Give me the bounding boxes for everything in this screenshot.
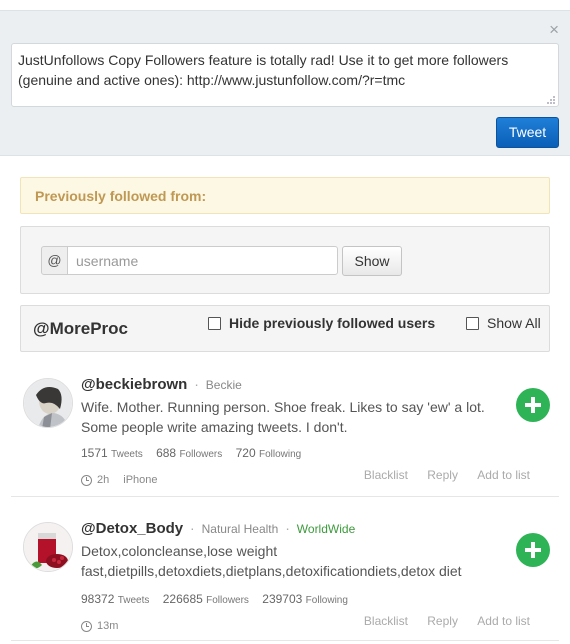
- tweet-compose-panel: × JustUnfollows Copy Followers feature i…: [0, 10, 570, 156]
- blacklist-link[interactable]: Blacklist: [364, 468, 408, 482]
- card-actions: Blacklist Reply Add to list: [348, 468, 530, 482]
- checkbox-box[interactable]: [466, 316, 479, 330]
- tweets-count: 98372: [81, 592, 115, 606]
- tweet-meta: 2h iPhone: [81, 474, 158, 486]
- filter-bar: @MoreProc Hide previously followed users…: [20, 305, 550, 352]
- followers-label: Followers: [179, 449, 223, 460]
- tweet-textarea[interactable]: JustUnfollows Copy Followers feature is …: [11, 43, 559, 107]
- follow-plus-button[interactable]: [516, 533, 550, 567]
- tweets-label: Tweets: [111, 449, 143, 460]
- blacklist-link[interactable]: Blacklist: [364, 614, 408, 628]
- avatar[interactable]: [23, 378, 73, 428]
- user-card: @Detox_Body · Natural Health · WorldWide…: [20, 516, 550, 640]
- user-stats: 98372 Tweets 226685 Followers 239703 Fol…: [81, 592, 358, 606]
- reply-link[interactable]: Reply: [427, 468, 458, 482]
- tweets-count: 1571: [81, 446, 108, 460]
- follow-plus-button[interactable]: [516, 388, 550, 422]
- username-search-panel: @ Show: [20, 226, 550, 294]
- following-count: 239703: [262, 592, 303, 606]
- clock-icon: [81, 620, 92, 632]
- user-handle[interactable]: @Detox_Body: [81, 520, 183, 537]
- tweet-time: 2h: [97, 474, 110, 486]
- tweet-button[interactable]: Tweet: [496, 117, 559, 148]
- divider: [11, 640, 559, 641]
- tweet-source: iPhone: [123, 474, 158, 486]
- user-realname: Beckie: [205, 378, 242, 392]
- source-handle: @MoreProc: [33, 319, 128, 338]
- checkbox-box[interactable]: [208, 316, 221, 330]
- user-name-line: @Detox_Body · Natural Health · WorldWide: [81, 520, 355, 537]
- user-name-line: @beckiebrown · Beckie: [81, 376, 242, 393]
- user-card: @beckiebrown · Beckie Wife. Mother. Runn…: [20, 372, 550, 496]
- tweet-meta: 13m: [81, 620, 118, 632]
- username-input[interactable]: [67, 246, 338, 275]
- at-prefix: @: [41, 246, 68, 275]
- show-button[interactable]: Show: [342, 246, 402, 276]
- user-location: WorldWide: [296, 522, 356, 536]
- name-separator: ·: [190, 520, 195, 536]
- followers-count: 226685: [162, 592, 203, 606]
- add-to-list-link[interactable]: Add to list: [477, 468, 530, 482]
- tweets-label: Tweets: [117, 595, 150, 606]
- card-actions: Blacklist Reply Add to list: [348, 614, 530, 628]
- reply-link[interactable]: Reply: [427, 614, 458, 628]
- clock-icon: [81, 474, 92, 486]
- add-to-list-link[interactable]: Add to list: [477, 614, 530, 628]
- previously-followed-notice: Previously followed from:: [20, 177, 550, 214]
- show-all-checkbox[interactable]: Show All: [466, 315, 541, 331]
- following-count: 720: [235, 446, 256, 460]
- following-label: Following: [305, 595, 348, 606]
- user-realname: Natural Health: [201, 522, 279, 536]
- close-icon[interactable]: ×: [549, 21, 559, 38]
- resize-grip-icon[interactable]: [546, 95, 556, 105]
- hide-followed-checkbox[interactable]: Hide previously followed users: [208, 315, 435, 331]
- user-handle[interactable]: @beckiebrown: [81, 376, 187, 393]
- user-bio: Wife. Mother. Running person. Shoe freak…: [81, 399, 485, 435]
- name-separator: ·: [194, 376, 199, 392]
- tweet-time: 13m: [97, 620, 119, 632]
- user-bio: Detox,coloncleanse,lose weight fast,diet…: [81, 543, 462, 579]
- following-label: Following: [258, 449, 302, 460]
- divider: [11, 496, 559, 497]
- hide-followed-label: Hide previously followed users: [229, 315, 436, 331]
- followers-count: 688: [156, 446, 177, 460]
- followers-label: Followers: [206, 595, 249, 606]
- name-separator: ·: [285, 520, 290, 536]
- user-stats: 1571 Tweets 688 Followers 720 Following: [81, 446, 311, 460]
- avatar[interactable]: [23, 522, 73, 572]
- show-all-label: Show All: [487, 315, 541, 331]
